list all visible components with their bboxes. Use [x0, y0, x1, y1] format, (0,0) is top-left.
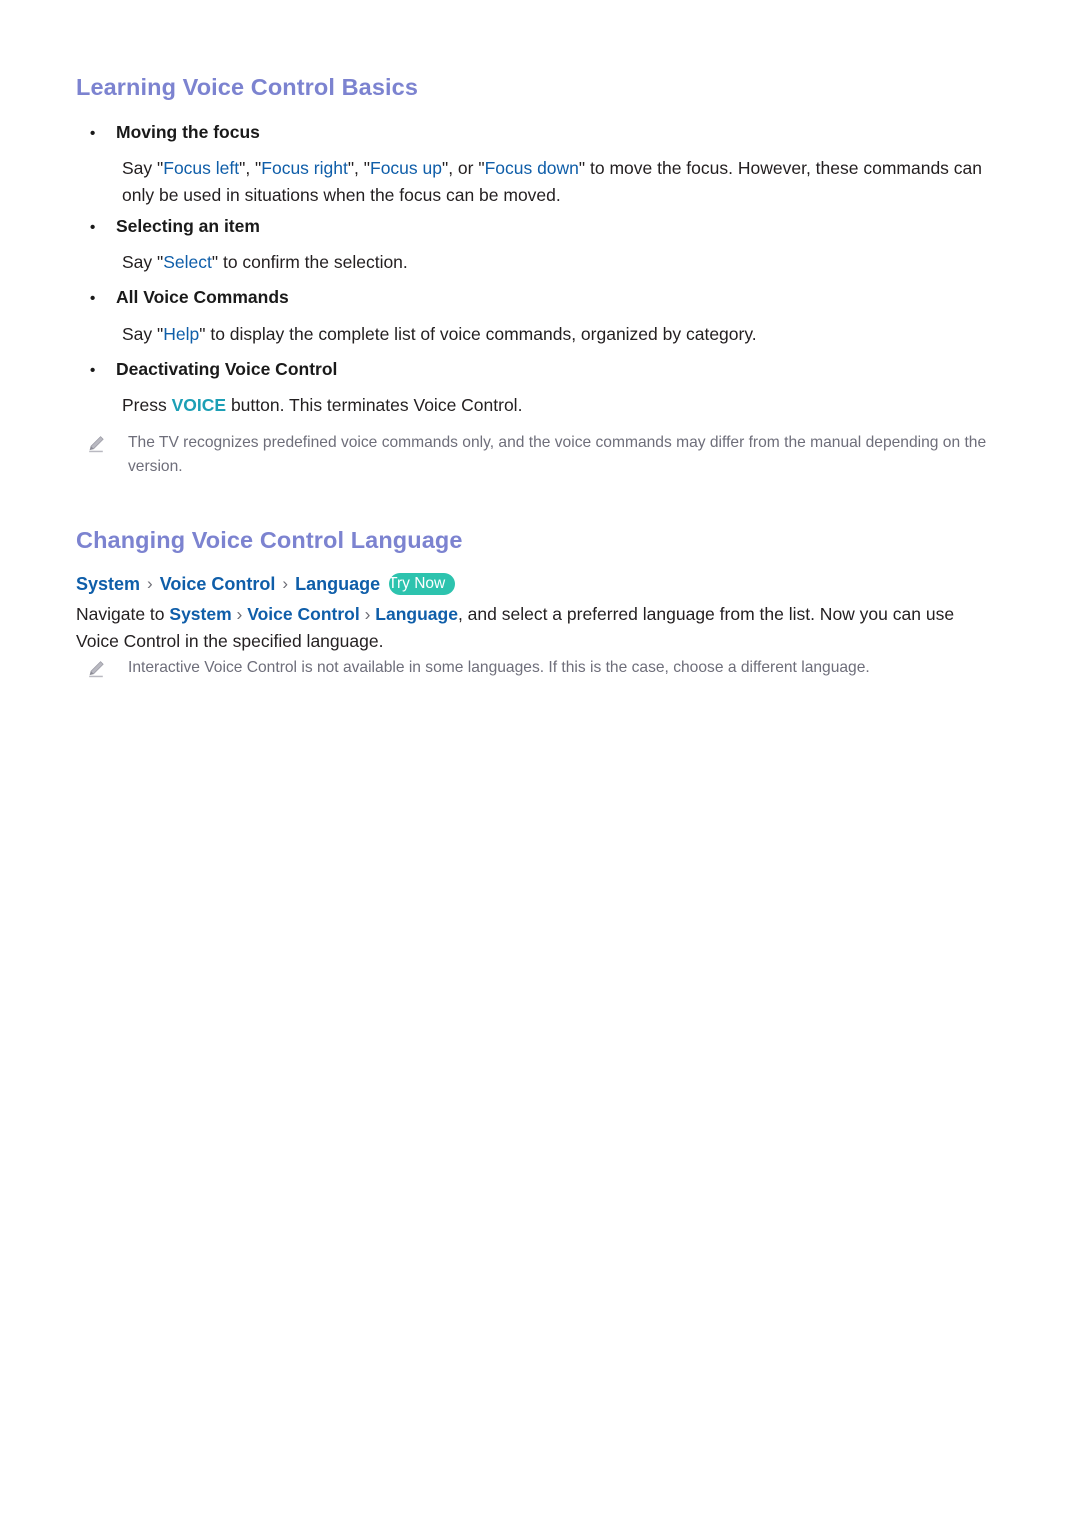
- voice-command-focus-up: Focus up: [370, 158, 442, 178]
- list-item-all-voice-commands: All Voice Commands: [90, 287, 289, 308]
- list-item-label: Moving the focus: [116, 122, 260, 142]
- inline-breadcrumb-language[interactable]: Language: [375, 604, 458, 624]
- pencil-icon: [86, 659, 106, 679]
- chevron-right-icon: ›: [147, 574, 153, 593]
- bullet-dot-icon: [90, 291, 116, 306]
- voice-command-focus-left: Focus left: [163, 158, 240, 178]
- paragraph-lead: Navigate to: [76, 604, 170, 624]
- breadcrumb-item-voice-control[interactable]: Voice Control: [160, 574, 276, 595]
- page-title-learning-voice-control-basics: Learning Voice Control Basics: [76, 74, 418, 100]
- body-tail: to confirm the selection.: [218, 252, 408, 272]
- chevron-right-icon: ›: [282, 574, 289, 593]
- body-text-deactivating-voice-control: Press VOICE button. This terminates Voic…: [122, 392, 992, 419]
- pencil-icon: [86, 434, 106, 454]
- inline-breadcrumb-voice-control[interactable]: Voice Control: [247, 604, 359, 624]
- bullet-dot-icon: [90, 220, 116, 235]
- list-item-moving-the-focus: Moving the focus: [90, 122, 260, 143]
- note-text: The TV recognizes predefined voice comma…: [128, 434, 987, 475]
- body-lead: Press: [122, 395, 172, 415]
- breadcrumb-item-system[interactable]: System: [76, 574, 140, 595]
- manual-page: Learning Voice Control Basics Moving the…: [0, 0, 1080, 1527]
- body-lead: Say: [122, 252, 158, 272]
- body-lead: Say: [122, 158, 158, 178]
- body-text-selecting-an-item: Say "Select" to confirm the selection.: [122, 252, 408, 272]
- note-section-2: Interactive Voice Control is not availab…: [86, 656, 1016, 680]
- body-lead: Say: [122, 324, 158, 344]
- bullet-dot-icon: [90, 363, 116, 378]
- bullet-dot-icon: [90, 126, 116, 141]
- voice-command-focus-down: Focus down: [484, 158, 579, 178]
- list-item-label: Deactivating Voice Control: [116, 359, 338, 379]
- body-text-changing-language: Navigate to System › Voice Control › Lan…: [76, 601, 991, 655]
- body-text-all-voice-commands: Say "Help" to display the complete list …: [122, 324, 757, 344]
- list-item-selecting-an-item: Selecting an item: [90, 216, 260, 237]
- note-section-1: The TV recognizes predefined voice comma…: [86, 431, 1006, 479]
- list-item-label: All Voice Commands: [116, 287, 289, 307]
- breadcrumb: System › Voice Control › Language Try No…: [76, 573, 456, 595]
- body-tail: to display the complete list of voice co…: [205, 324, 757, 344]
- body-text-moving-the-focus: Say "Focus left", "Focus right", "Focus …: [122, 158, 983, 205]
- chevron-right-icon: ›: [364, 604, 371, 624]
- voice-command-focus-right: Focus right: [261, 158, 348, 178]
- body-tail: button. This terminates Voice Control.: [226, 395, 523, 415]
- inline-breadcrumb-system[interactable]: System: [169, 604, 231, 624]
- breadcrumb-item-language[interactable]: Language: [295, 574, 380, 595]
- try-now-button[interactable]: Try Now: [389, 573, 456, 595]
- list-item-deactivating-voice-control: Deactivating Voice Control: [90, 359, 337, 380]
- list-item-label: Selecting an item: [116, 216, 260, 236]
- note-text: Interactive Voice Control is not availab…: [128, 659, 870, 676]
- voice-command-help: Help: [163, 324, 200, 344]
- remote-key-voice: VOICE: [171, 395, 227, 415]
- voice-command-select: Select: [163, 252, 212, 272]
- page-title-changing-voice-control-language: Changing Voice Control Language: [76, 527, 463, 553]
- chevron-right-icon: ›: [236, 604, 243, 624]
